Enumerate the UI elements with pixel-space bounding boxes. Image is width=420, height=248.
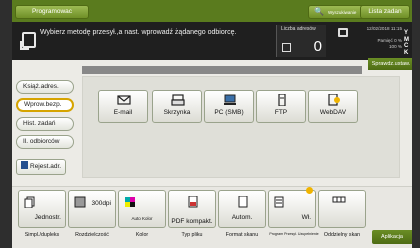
application-button[interactable]: Aplikacja xyxy=(372,230,412,244)
register-label: Rejest.adr. xyxy=(30,163,62,170)
send-supplement-button[interactable]: Wł. xyxy=(268,190,316,228)
touch-screen: Programowac 🔍 Wyszukiwanie Lista zadan Wy… xyxy=(12,0,412,248)
file-type-button[interactable]: PDF kompakt. xyxy=(168,190,216,228)
webdav-label: WebDAV xyxy=(319,109,347,116)
caption-separate-scan: Oddzielny skan xyxy=(323,232,361,238)
toner-colors: Y M xyxy=(404,30,412,43)
toner-percent: 100 % xyxy=(388,44,402,49)
email-label: E-mail xyxy=(113,109,133,116)
server-icon xyxy=(278,94,286,106)
tab-direct-input[interactable]: Wprow.bezp. xyxy=(16,98,74,112)
notice-indicator xyxy=(306,187,313,194)
pdf-icon xyxy=(188,196,198,208)
color-button[interactable]: Auto Kolor xyxy=(118,190,166,228)
simplex-icon xyxy=(24,196,35,208)
memory-value: 0 % xyxy=(394,38,402,43)
inbox-icon xyxy=(171,94,185,106)
caption-simplex: Simpl./dupleks xyxy=(24,232,60,238)
counter-label: Liczba adresów xyxy=(281,26,316,32)
pc-smb-label: PC (SMB) xyxy=(214,109,244,116)
toner-ck: C K xyxy=(404,43,408,56)
toner-c: C xyxy=(404,43,409,49)
search-icon: 🔍 xyxy=(314,7,324,16)
send-supplement-value: Wł. xyxy=(301,214,311,221)
caption-scan-size: Format skanu xyxy=(225,232,259,238)
scan-send-icon xyxy=(20,32,36,50)
resolution-value: 300dpi xyxy=(91,200,111,207)
webdav-icon xyxy=(328,94,340,106)
task-list-button[interactable]: Lista zadan xyxy=(360,5,410,19)
register-address-button[interactable]: Rejest.adr. xyxy=(16,159,66,175)
webdav-button[interactable]: WebDAV xyxy=(308,90,358,123)
email-button[interactable]: E-mail xyxy=(98,90,148,123)
page-icon xyxy=(238,196,248,208)
tab-job-history[interactable]: Hist. zadań xyxy=(16,117,74,131)
separate-scan-icon xyxy=(332,196,346,203)
caption-send-supplement: Program Przesył. Uzupełnienie xyxy=(269,232,319,236)
program-button[interactable]: Programowac xyxy=(15,5,89,19)
pc-smb-button[interactable]: PC (SMB) xyxy=(204,90,254,123)
resolution-icon xyxy=(74,196,86,208)
tab-address-book[interactable]: Książ.adres. xyxy=(16,80,74,94)
tab-recipients-count[interactable]: Il. odbiorców xyxy=(16,135,74,149)
scan-size-button[interactable]: Autom. xyxy=(218,190,266,228)
device-bezel-right xyxy=(412,0,420,248)
simplex-value: Jednostr. xyxy=(34,214,61,221)
color-value: Auto Kolor xyxy=(131,216,153,221)
memory-label: Pamięć xyxy=(377,38,393,43)
instruction-message: Wybierz metodę przesył.,a nast. wprowadź… xyxy=(40,29,237,36)
ftp-label: FTP xyxy=(274,109,288,116)
toner-k: K xyxy=(404,49,409,56)
counter-value: 0 xyxy=(313,38,322,55)
list-mail-icon xyxy=(274,196,284,208)
top-bar: Programowac 🔍 Wyszukiwanie Lista zadan xyxy=(12,0,412,22)
computer-icon xyxy=(224,94,236,105)
datetime: 12/02/2018 11:15 xyxy=(366,26,402,31)
address-counter: Liczba adresów 0 xyxy=(276,25,326,57)
box-button[interactable]: Skrzynka xyxy=(152,90,202,123)
address-entry-bar xyxy=(82,66,362,74)
search-label: Wyszukiwanie xyxy=(327,10,357,15)
simplex-duplex-button[interactable]: Jednostr. xyxy=(18,190,66,228)
caption-color: Kolor xyxy=(135,232,149,238)
box-label: Skrzynka xyxy=(163,109,191,116)
color-icon xyxy=(125,197,135,207)
envelope-icon xyxy=(117,95,131,105)
ftp-button[interactable]: FTP xyxy=(256,90,306,123)
address-book-icon[interactable] xyxy=(338,28,348,37)
file-type-value: PDF kompakt. xyxy=(171,218,213,225)
separate-scan-button[interactable] xyxy=(318,190,366,228)
device-bezel-left xyxy=(0,0,12,248)
check-settings-button[interactable]: Sprawdz.ustaw. xyxy=(368,58,412,70)
caption-file-type: Typ pliku xyxy=(181,232,203,238)
resolution-button[interactable]: 300dpi xyxy=(68,190,116,228)
register-icon xyxy=(21,161,28,169)
status-box: 12/02/2018 11:15 Pamięć 0 % 100 % Y M C … xyxy=(362,26,412,56)
message-header: Wybierz metodę przesył.,a nast. wprowadź… xyxy=(12,22,412,60)
list-icon xyxy=(282,43,291,52)
caption-resolution: Rozdzielczość xyxy=(75,232,109,238)
scan-size-value: Autom. xyxy=(231,214,253,221)
